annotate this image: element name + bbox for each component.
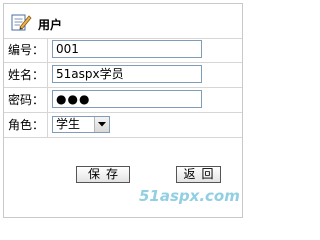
role-select[interactable]: 学生	[52, 116, 110, 133]
back-button[interactable]: 返回	[176, 166, 221, 183]
name-input[interactable]: 51aspx学员	[52, 65, 202, 83]
role-dropdown-button[interactable]	[94, 117, 109, 132]
form-row-id: 编号： 001	[4, 38, 242, 63]
name-label: 姓名：	[8, 63, 48, 87]
save-button[interactable]: 保存	[76, 166, 130, 183]
password-label: 密码：	[8, 88, 48, 112]
watermark-logo: 51aspx.com	[139, 187, 240, 205]
role-select-value: 学生	[56, 117, 81, 131]
chevron-down-icon	[98, 122, 106, 127]
role-label: 角色：	[8, 113, 48, 137]
password-input[interactable]: ●●●	[52, 90, 202, 108]
edit-document-icon	[11, 14, 32, 31]
form-row-name: 姓名： 51aspx学员	[4, 63, 242, 88]
button-area: 保存 返回	[4, 138, 242, 217]
id-input[interactable]: 001	[52, 40, 202, 58]
panel-header: 用户	[4, 4, 242, 39]
user-form-panel: 用户 编号： 001 姓名： 51aspx学员 密码： ●●● 角色： 学生 保…	[3, 3, 243, 218]
page-title: 用户	[38, 18, 63, 32]
id-label: 编号：	[8, 38, 48, 62]
form-row-password: 密码： ●●●	[4, 88, 242, 113]
form-row-role: 角色： 学生	[4, 113, 242, 138]
